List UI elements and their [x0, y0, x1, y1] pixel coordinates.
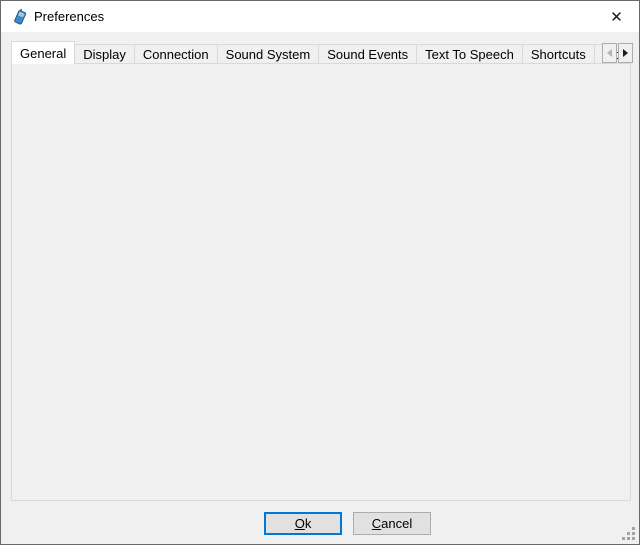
tab-text-to-speech[interactable]: Text To Speech — [416, 44, 523, 64]
chevron-left-icon — [607, 49, 612, 57]
resize-grip-icon[interactable] — [622, 527, 635, 540]
tab-general[interactable]: General — [11, 41, 75, 64]
window-title: Preferences — [34, 9, 104, 24]
chevron-right-icon — [623, 49, 628, 57]
tab-connection[interactable]: Connection — [134, 44, 218, 64]
preferences-dialog: Preferences ✕ General Display Connection… — [0, 0, 640, 545]
title-bar[interactable]: Preferences ✕ — [1, 1, 639, 32]
tab-display[interactable]: Display — [74, 44, 135, 64]
ok-button[interactable]: Ok — [264, 512, 342, 535]
tab-scroll-right-button[interactable] — [618, 43, 633, 63]
close-button[interactable]: ✕ — [594, 1, 639, 32]
general-tab-pane — [11, 63, 631, 501]
tab-strip: General Display Connection Sound System … — [11, 41, 631, 64]
teamtalk-app-icon — [11, 8, 29, 26]
cancel-button[interactable]: Cancel — [353, 512, 431, 535]
tab-shortcuts[interactable]: Shortcuts — [522, 44, 595, 64]
tab-scroll-buttons — [602, 43, 633, 63]
tab-sound-system[interactable]: Sound System — [217, 44, 320, 64]
tab-scroll-left-button[interactable] — [602, 43, 617, 63]
tab-sound-events[interactable]: Sound Events — [318, 44, 417, 64]
